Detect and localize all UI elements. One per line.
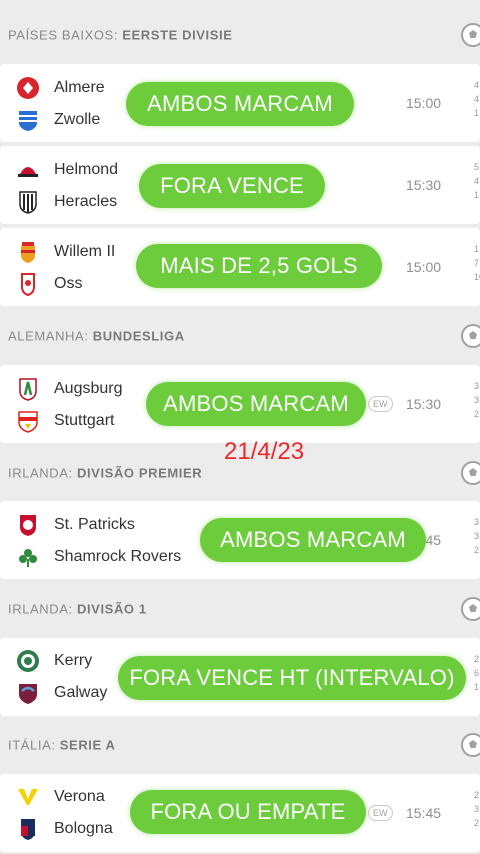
tip-badge: AMBOS MARCAM xyxy=(146,382,366,426)
league-country: IRLANDA: xyxy=(8,465,73,481)
team-name: St. Patricks xyxy=(54,516,135,533)
league-competition: EERSTE DIVISIE xyxy=(122,27,233,43)
tip-badge: FORA VENCE HT (INTERVALO) xyxy=(118,656,466,700)
shamrock-rovers-crest-icon xyxy=(16,545,40,569)
league-competition: DIVISÃO 1 xyxy=(76,601,147,617)
verona-crest-icon xyxy=(16,785,40,809)
team-name: Verona xyxy=(54,788,105,805)
side-stats: 5 4 1 xyxy=(474,162,480,200)
team-name: Shamrock Rovers xyxy=(54,548,182,565)
stuttgart-crest-icon xyxy=(16,409,40,433)
team-home: Almere xyxy=(16,75,105,101)
tip-badge: AMBOS MARCAM xyxy=(126,82,354,126)
league-competition: BUNDESLIGA xyxy=(92,328,185,344)
league-country: ITÁLIA: xyxy=(8,737,56,753)
ew-badge: EW xyxy=(368,396,393,412)
tip-badge: FORA OU EMPATE xyxy=(130,790,366,834)
team-home: Kerry xyxy=(16,648,92,674)
soccer-ball-icon[interactable] xyxy=(460,460,480,486)
team-away: Galway xyxy=(16,680,107,706)
tip-badge: FORA VENCE xyxy=(139,164,325,208)
league-header-divisao-1[interactable]: IRLANDA: DIVISÃO 1 xyxy=(0,582,480,636)
kickoff-time: 15:00 xyxy=(406,95,442,111)
willem-ii-crest-icon xyxy=(16,240,40,264)
team-name: Kerry xyxy=(54,652,93,669)
league-header-bundesliga[interactable]: ALEMANHA: BUNDESLIGA xyxy=(0,309,480,363)
side-stats: 1 7 10 xyxy=(474,244,480,282)
team-name: Almere xyxy=(54,79,105,96)
soccer-ball-icon[interactable] xyxy=(460,22,480,48)
heracles-crest-icon xyxy=(16,190,40,214)
kickoff-time: 15:30 xyxy=(406,396,442,412)
league-header-divisao-premier[interactable]: IRLANDA: DIVISÃO PREMIER xyxy=(0,446,480,500)
side-stats: 3 3 2 xyxy=(474,381,480,419)
league-header-eerste-divisie[interactable]: PAÍSES BAIXOS: EERSTE DIVISIE xyxy=(0,8,480,62)
soccer-ball-icon[interactable] xyxy=(460,732,480,758)
team-away: Oss xyxy=(16,271,82,297)
st-patricks-crest-icon xyxy=(16,513,40,537)
league-country: PAÍSES BAIXOS: xyxy=(8,27,119,43)
team-name: Augsburg xyxy=(54,380,123,397)
team-name: Bologna xyxy=(54,820,113,837)
side-stats: 2 6 1 xyxy=(474,654,480,692)
bologna-crest-icon xyxy=(16,817,40,841)
oss-crest-icon xyxy=(16,272,40,296)
kickoff-time: 15:00 xyxy=(406,259,442,275)
tip-badge: AMBOS MARCAM xyxy=(200,518,426,562)
team-name: Willem II xyxy=(54,243,116,260)
zwolle-crest-icon xyxy=(16,108,40,132)
team-name: Heracles xyxy=(54,193,118,210)
augsburg-crest-icon xyxy=(16,377,40,401)
almere-crest-icon xyxy=(16,76,40,100)
team-home: St. Patricks xyxy=(16,512,135,538)
match-tips-screen: PAÍSES BAIXOS: EERSTE DIVISIE Almere Zwo… xyxy=(0,0,480,854)
team-home: Verona xyxy=(16,784,105,810)
team-away: Zwolle xyxy=(16,107,100,133)
soccer-ball-icon[interactable] xyxy=(460,596,480,622)
helmond-crest-icon xyxy=(16,158,40,182)
kickoff-time: 15:30 xyxy=(406,177,442,193)
team-name: Zwolle xyxy=(54,111,101,128)
team-away: Shamrock Rovers xyxy=(16,544,181,570)
team-home: Helmond xyxy=(16,157,118,183)
team-name: Helmond xyxy=(54,161,119,178)
team-home: Augsburg xyxy=(16,376,123,402)
galway-crest-icon xyxy=(16,681,40,705)
kickoff-time: 15:45 xyxy=(406,805,442,821)
side-stats: 2 3 2 xyxy=(474,790,480,828)
team-name: Oss xyxy=(54,275,83,292)
team-away: Bologna xyxy=(16,816,113,842)
league-country: IRLANDA: xyxy=(8,601,73,617)
team-home: Willem II xyxy=(16,239,115,265)
team-away: Stuttgart xyxy=(16,408,114,434)
league-country: ALEMANHA: xyxy=(8,328,89,344)
tip-badge: MAIS DE 2,5 GOLS xyxy=(136,244,382,288)
soccer-ball-icon[interactable] xyxy=(460,323,480,349)
team-name: Stuttgart xyxy=(54,412,115,429)
team-away: Heracles xyxy=(16,189,117,215)
league-competition: SERIE A xyxy=(59,737,116,753)
side-stats: 3 3 2 xyxy=(474,517,480,555)
ew-badge: EW xyxy=(368,805,393,821)
kerry-crest-icon xyxy=(16,649,40,673)
side-stats: 4 4 1 xyxy=(474,80,480,118)
league-competition: DIVISÃO PREMIER xyxy=(76,465,203,481)
league-header-serie-a[interactable]: ITÁLIA: SERIE A xyxy=(0,718,480,772)
team-name: Galway xyxy=(54,684,108,701)
